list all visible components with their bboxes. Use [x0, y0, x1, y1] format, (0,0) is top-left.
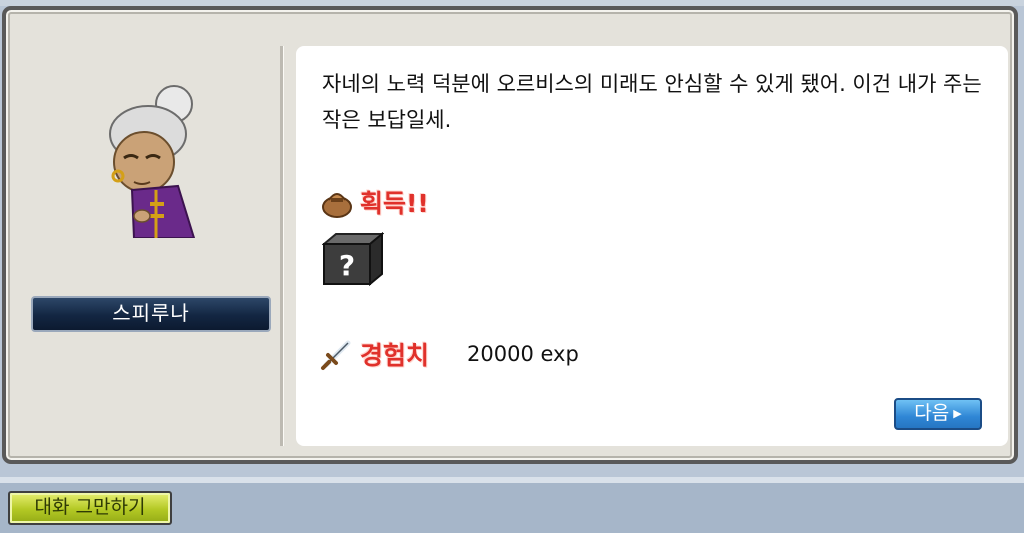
- obtain-row: 획득!!: [320, 184, 429, 220]
- npc-name-plate: 스피루나: [31, 296, 271, 332]
- dialog-message: 자네의 노력 덕분에 오르비스의 미래도 안심할 수 있게 됐어. 이건 내가 …: [322, 72, 982, 132]
- next-button-label: 다음: [914, 402, 950, 424]
- npc-dialog-window: 스피루나 자네의 노력 덕분에 오르비스의 미래도 안심할 수 있게 됐어. 이…: [2, 6, 1018, 464]
- exp-label: 경험치: [360, 341, 430, 370]
- bottom-bar: 대화 그만하기: [0, 477, 1024, 533]
- mystery-box-icon[interactable]: ?: [322, 232, 384, 286]
- svg-text:?: ?: [339, 249, 355, 282]
- panel-divider: [280, 46, 284, 446]
- right-arrow-icon: ▶: [953, 407, 962, 420]
- next-button[interactable]: 다음 ▶: [894, 398, 982, 430]
- sword-icon: [321, 340, 351, 370]
- exp-row: 경험치 20000 exp: [320, 336, 579, 372]
- obtain-label: 획득!!: [360, 189, 429, 218]
- npc-portrait: [109, 85, 196, 238]
- end-chat-button[interactable]: 대화 그만하기: [8, 491, 172, 525]
- dialog-text-panel: 자네의 노력 덕분에 오르비스의 미래도 안심할 수 있게 됐어. 이건 내가 …: [296, 46, 1008, 446]
- exp-value: 20000 exp: [467, 342, 579, 366]
- bag-icon: [322, 193, 352, 218]
